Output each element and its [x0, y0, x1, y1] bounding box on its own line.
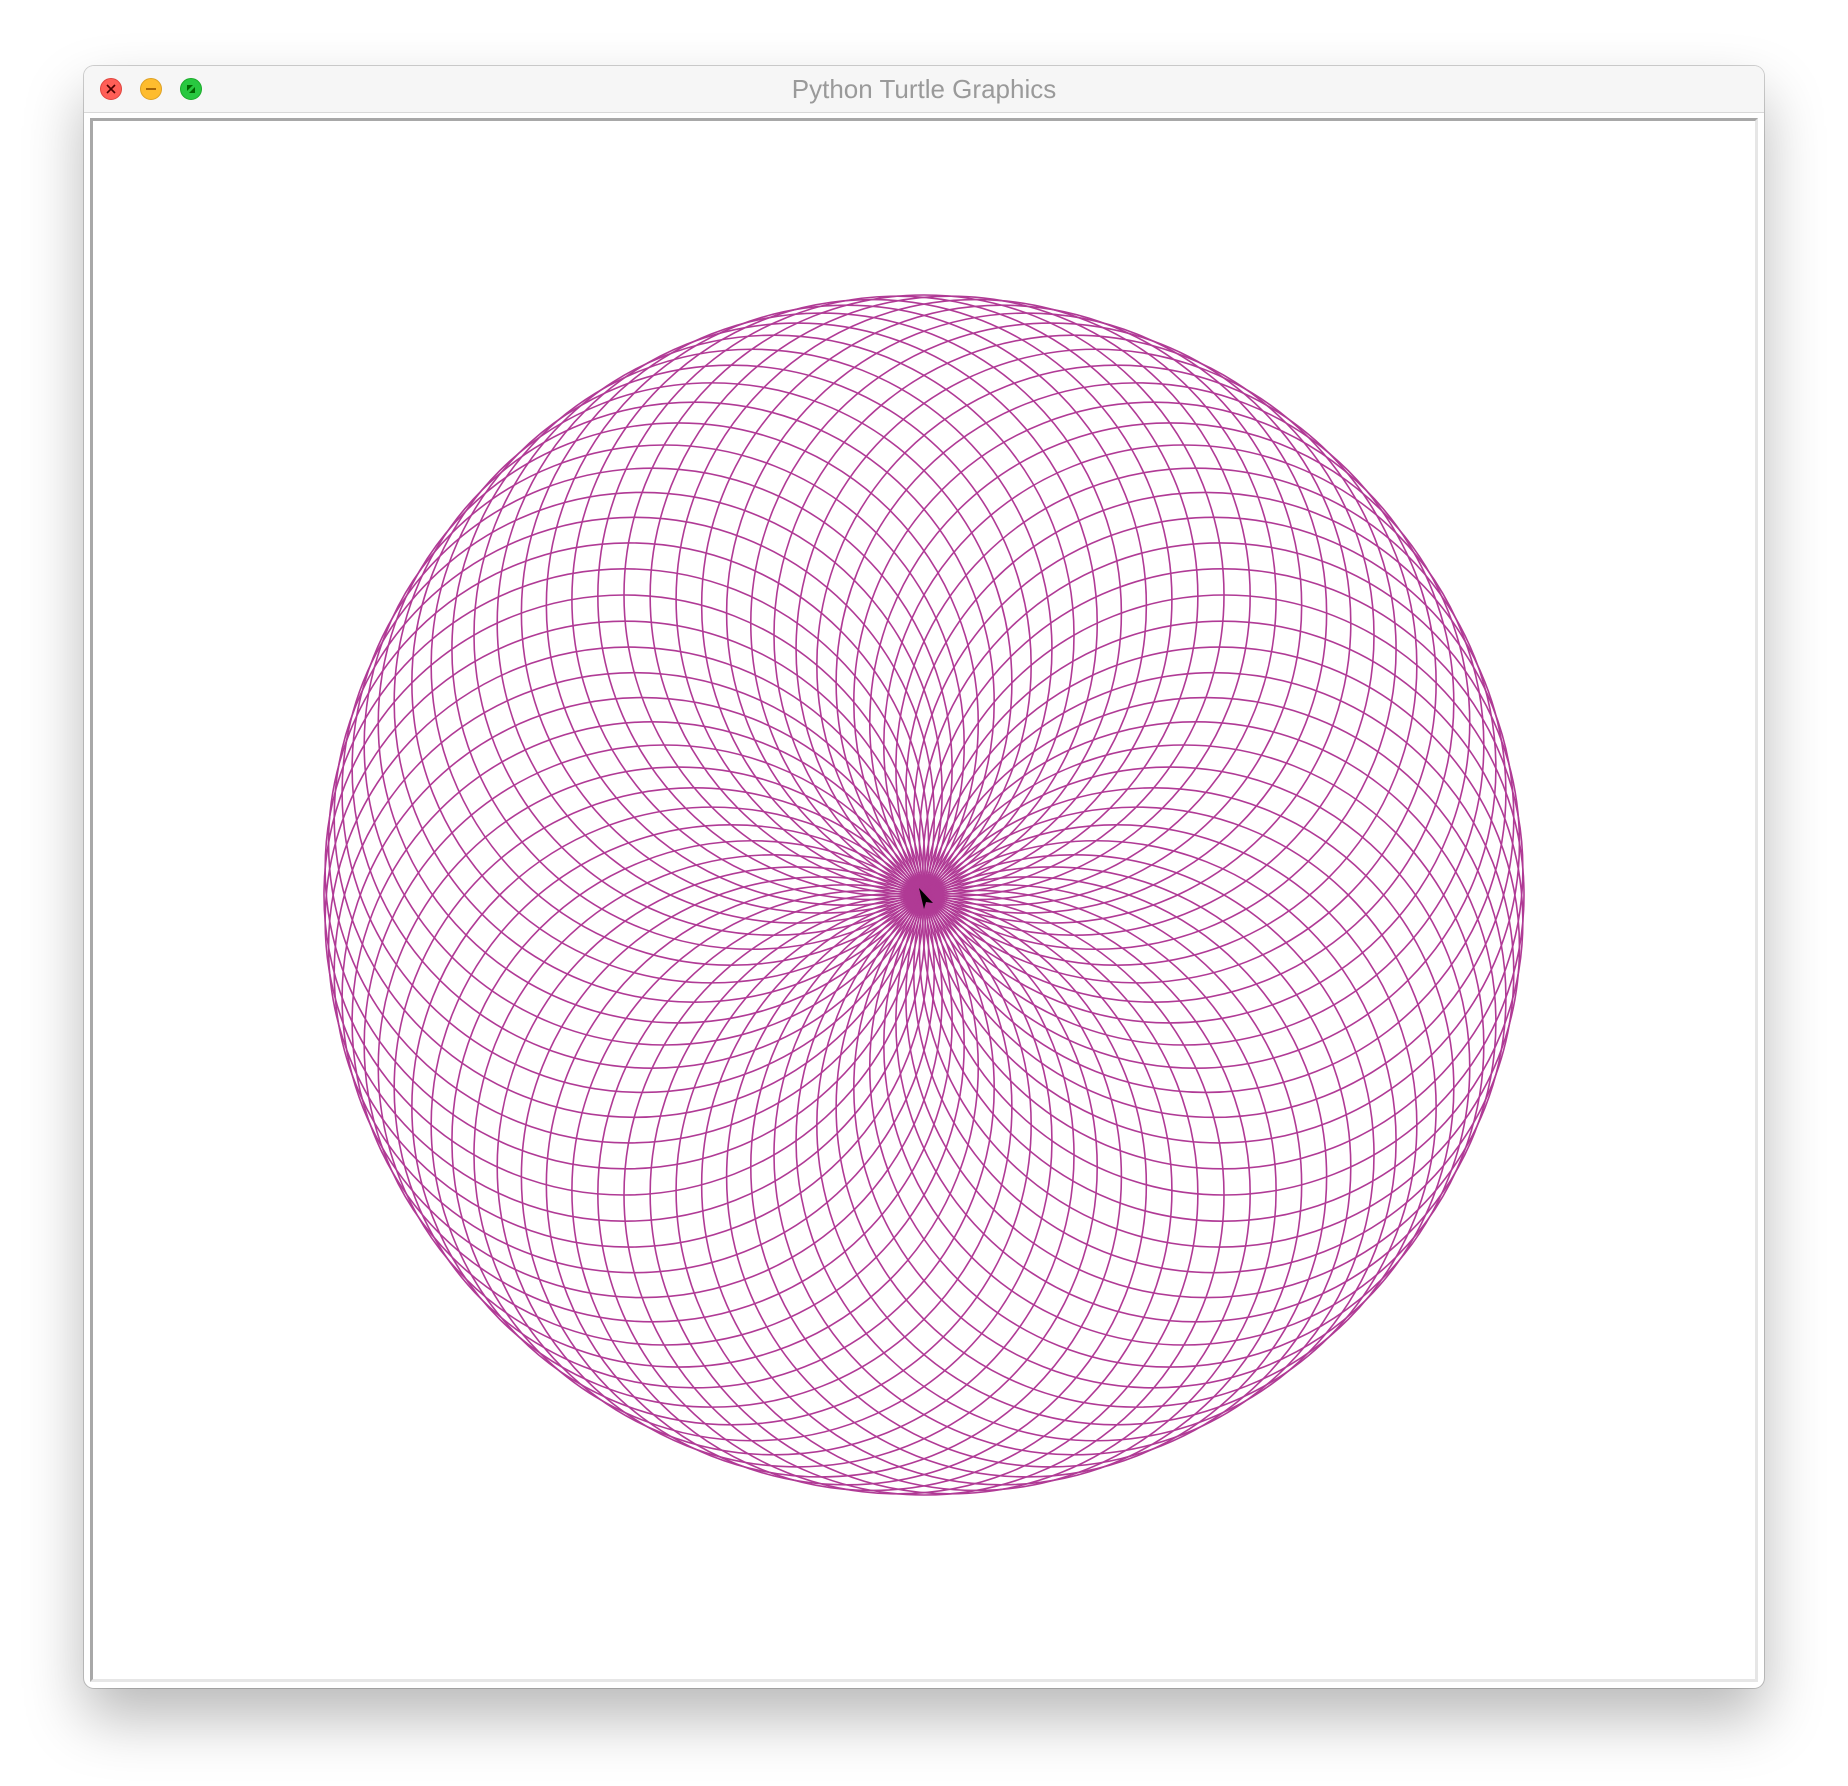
title-bar[interactable]: Python Turtle Graphics: [84, 66, 1764, 113]
turtle-canvas[interactable]: [93, 121, 1755, 1679]
window-title: Python Turtle Graphics: [791, 74, 1057, 104]
turtle-window: Python Turtle Graphics: [84, 66, 1764, 1688]
canvas-frame: [90, 118, 1758, 1682]
